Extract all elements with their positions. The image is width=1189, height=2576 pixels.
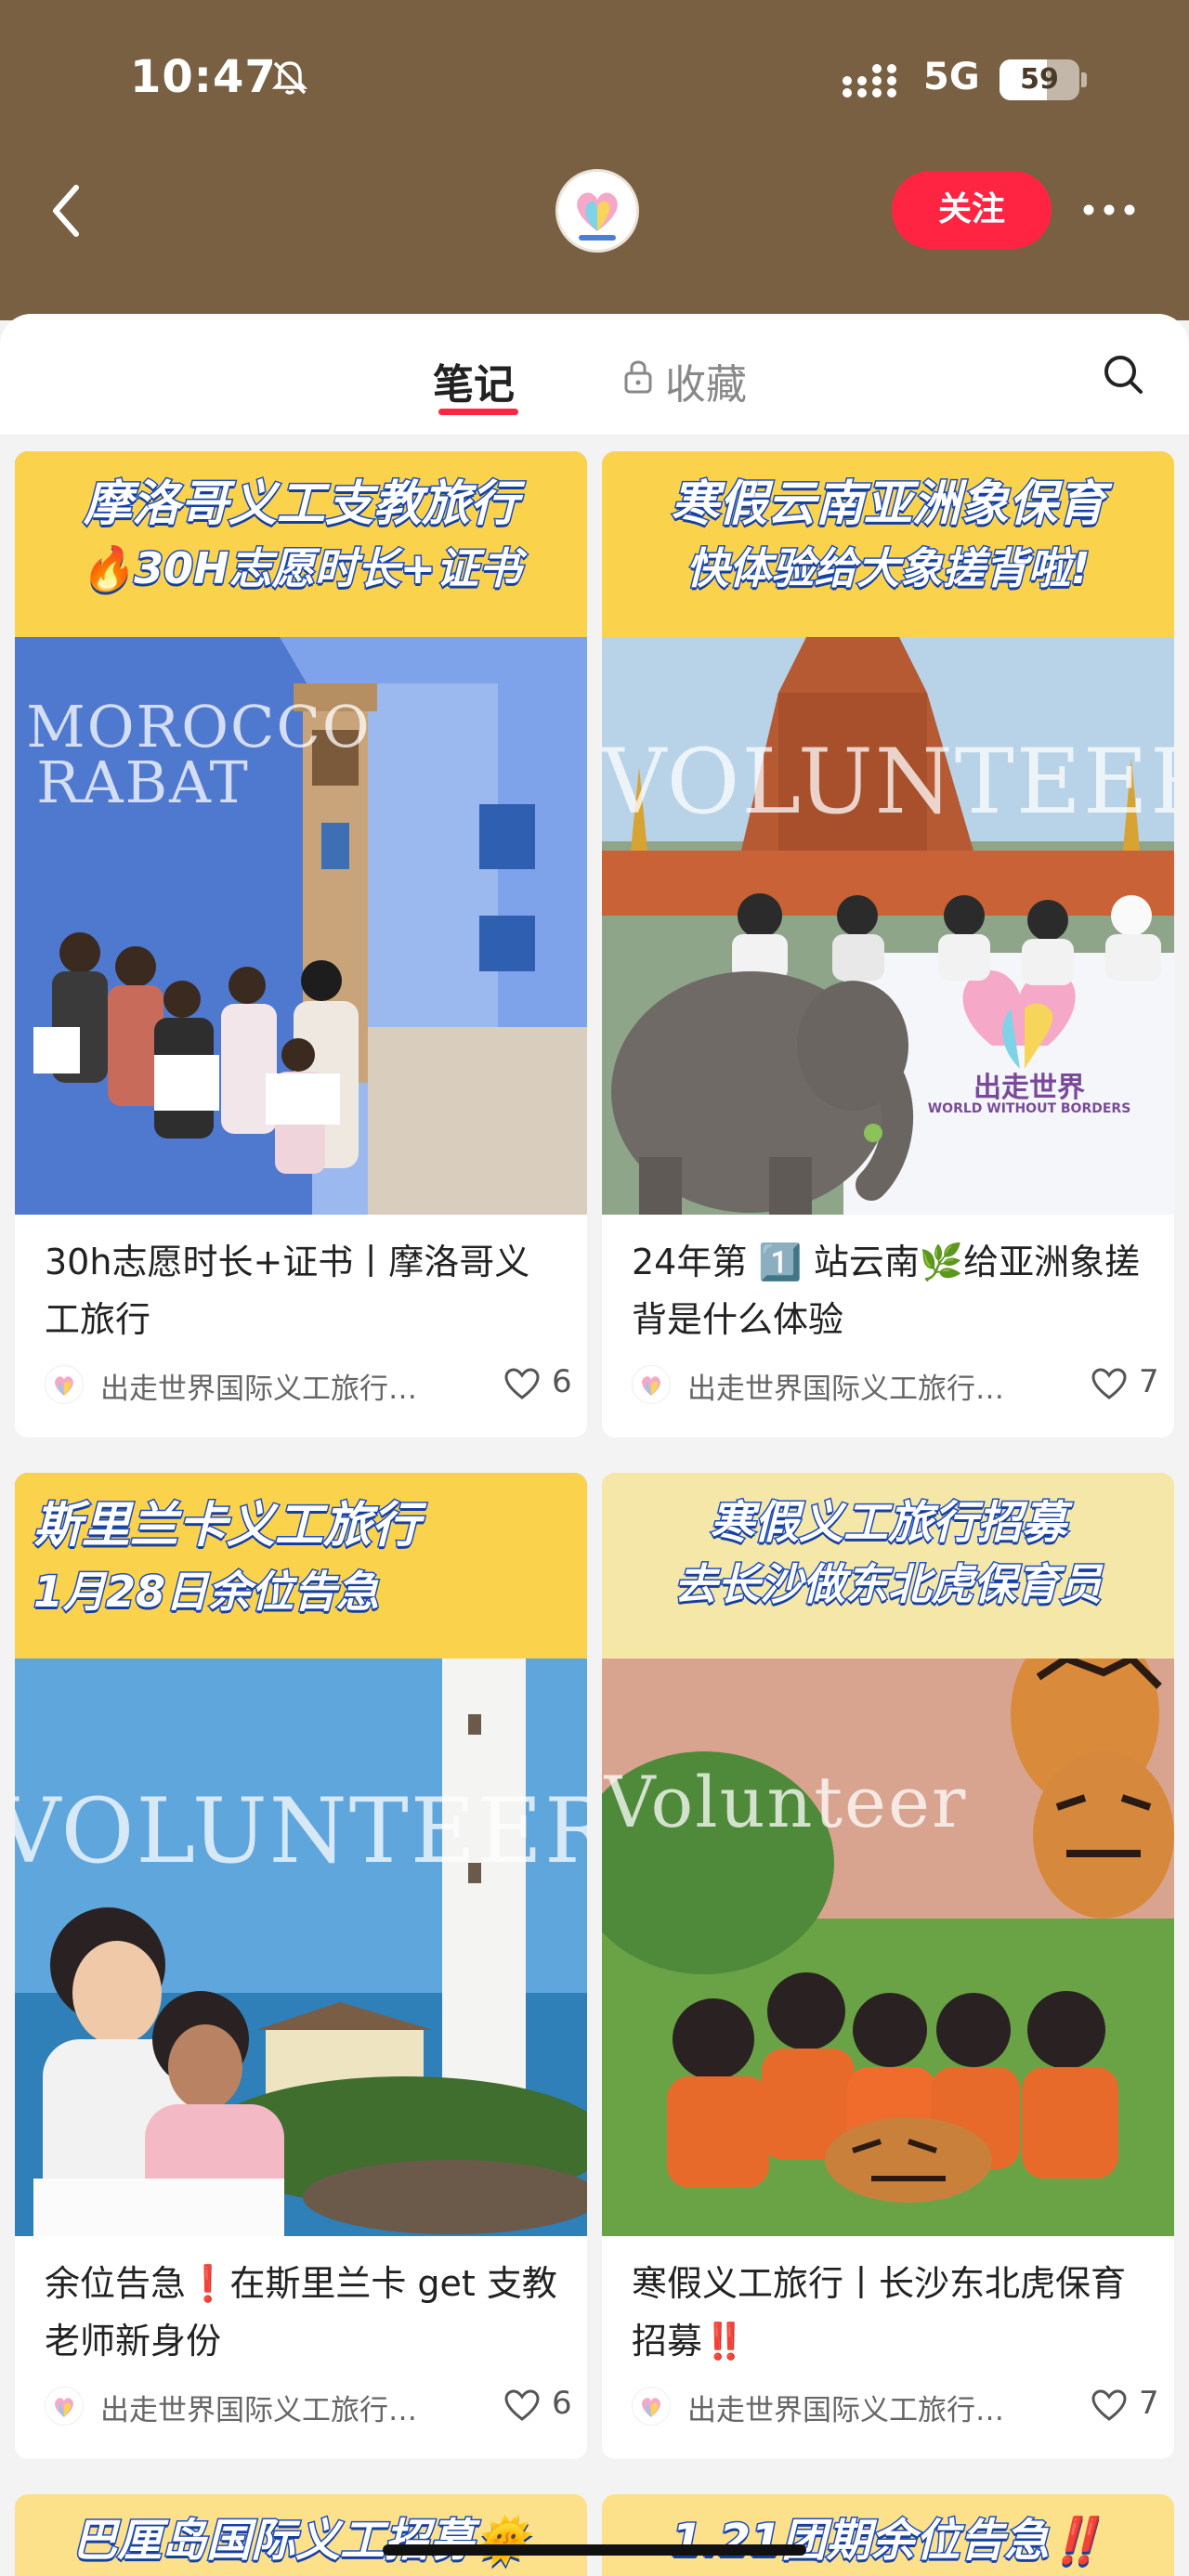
note-cover-image[interactable]: 寒假云南亚洲象保育 快体验给大象搓背啦! VOLUNTEER 出走世界 WORL… xyxy=(602,451,1174,1215)
cover-banner-title: 寒假义工旅行招募 xyxy=(708,1496,1067,1551)
note-footer: 出走世界国际义工旅行… 7 xyxy=(632,1361,1161,1408)
note-cover-image[interactable]: 斯里兰卡义工旅行 1月28日余位告急 VOLUNTEER xyxy=(15,1473,587,2236)
heart-icon[interactable] xyxy=(1091,2388,1128,2422)
heart-icon[interactable] xyxy=(503,1367,541,1400)
back-icon[interactable] xyxy=(45,178,91,243)
tab-notes[interactable]: 笔记 xyxy=(433,351,515,410)
note-cover-image[interactable]: 寒假义工旅行招募 去长沙做东北虎保育员 Volunteer xyxy=(602,1473,1174,2236)
brand-logo-icon xyxy=(577,192,618,241)
flag-brand-label: WORLD WITHOUT BORDERS xyxy=(927,1101,1131,1116)
tab-bar: 笔记 收藏 xyxy=(0,314,1189,436)
top-header: 10:47 5G 59 关注 xyxy=(0,0,1189,320)
author-avatar[interactable] xyxy=(632,1365,671,1404)
lock-icon xyxy=(624,360,652,394)
cover-banner: 摩洛哥义工支教旅行 🔥30H志愿时长+证书 xyxy=(15,451,587,637)
battery-level: 59 xyxy=(1020,63,1059,96)
brand-logo-icon xyxy=(642,2398,660,2417)
home-indicator[interactable] xyxy=(383,2544,806,2556)
status-time: 10:47 xyxy=(130,51,277,103)
like-count: 6 xyxy=(552,2385,572,2422)
tab-favorites[interactable]: 收藏 xyxy=(665,351,747,410)
brand-logo-icon xyxy=(55,1376,73,1396)
profile-avatar[interactable] xyxy=(555,169,639,253)
note-title[interactable]: 30h志愿时长+证书丨摩洛哥义工旅行 xyxy=(45,1233,565,1348)
cover-banner-subtitle: 去长沙做东北虎保育员 xyxy=(673,1558,1104,1611)
note-card[interactable]: 寒假义工旅行招募 去长沙做东北虎保育员 Volunteer 寒假义工旅行丨长沙东… xyxy=(602,1473,1174,2459)
author-name[interactable]: 出走世界国际义工旅行… xyxy=(687,2387,1040,2428)
network-type: 5G xyxy=(923,56,980,98)
bell-muted-icon xyxy=(271,61,308,95)
author-avatar[interactable] xyxy=(632,2387,671,2426)
note-footer: 出走世界国际义工旅行… 6 xyxy=(45,1361,574,1408)
battery-icon: 59 xyxy=(1000,59,1079,100)
note-footer: 出走世界国际义工旅行… 7 xyxy=(632,2383,1161,2429)
note-card[interactable]: 斯里兰卡义工旅行 1月28日余位告急 VOLUNTEER 余位告急❗在斯里兰卡 … xyxy=(15,1473,587,2459)
heart-icon[interactable] xyxy=(1091,1367,1128,1400)
heart-icon[interactable] xyxy=(503,2388,541,2422)
cover-banner-title: 斯里兰卡义工旅行 xyxy=(33,1497,422,1555)
content-sheet: 笔记 收藏 摩洛哥义工支教旅行 🔥30H志愿时长+证书 MOROCCO RABA… xyxy=(0,314,1189,2576)
cover-banner-title: 1.21团期余位告急‼️ xyxy=(670,2514,1105,2569)
cover-overlay-text: VOLUNTEER xyxy=(15,1779,587,1883)
note-card[interactable]: 寒假云南亚洲象保育 快体验给大象搓背啦! VOLUNTEER 出走世界 WORL… xyxy=(602,451,1174,1438)
note-card-partial[interactable]: 1.21团期余位告急‼️ xyxy=(602,2494,1174,2576)
cover-banner-title: 巴厘岛国际义工招募🌞 xyxy=(72,2514,531,2569)
follow-button[interactable]: 关注 xyxy=(892,171,1052,249)
cover-banner-subtitle: 🔥30H志愿时长+证书 xyxy=(79,542,522,595)
cover-banner-subtitle: 快体验给大象搓背啦! xyxy=(685,542,1091,595)
brand-logo-icon xyxy=(55,2398,73,2417)
cover-overlay-text: VOLUNTEER xyxy=(602,730,1174,834)
signal-icon xyxy=(843,64,896,98)
more-options-icon[interactable] xyxy=(1081,202,1137,217)
like-count: 7 xyxy=(1139,1363,1159,1400)
note-title[interactable]: 24年第 1️⃣ 站云南🌿给亚洲象搓背是什么体验 xyxy=(632,1233,1152,1348)
cover-banner: 斯里兰卡义工旅行 1月28日余位告急 xyxy=(15,1473,587,1659)
author-name[interactable]: 出走世界国际义工旅行… xyxy=(100,1365,453,1407)
cover-banner: 寒假云南亚洲象保育 快体验给大象搓背啦! xyxy=(602,451,1174,637)
note-card[interactable]: 摩洛哥义工支教旅行 🔥30H志愿时长+证书 MOROCCO RABAT 30h志… xyxy=(15,451,587,1438)
note-cover-image[interactable]: 摩洛哥义工支教旅行 🔥30H志愿时长+证书 MOROCCO RABAT xyxy=(15,451,587,1215)
search-icon[interactable] xyxy=(1102,353,1144,396)
note-title[interactable]: 余位告急❗在斯里兰卡 get 支教老师新身份 xyxy=(45,2255,565,2370)
author-avatar[interactable] xyxy=(45,1365,84,1404)
brand-logo-icon xyxy=(642,1376,660,1396)
tab-active-indicator xyxy=(438,409,518,415)
cover-banner-title: 摩洛哥义工支教旅行 xyxy=(82,475,519,534)
cover-banner: 寒假义工旅行招募 去长沙做东北虎保育员 xyxy=(602,1473,1174,1659)
cover-overlay-text: Volunteer xyxy=(604,1761,968,1843)
cover-overlay-text: RABAT xyxy=(36,748,250,816)
note-footer: 出走世界国际义工旅行… 6 xyxy=(45,2383,574,2429)
author-name[interactable]: 出走世界国际义工旅行… xyxy=(100,2387,453,2428)
note-title[interactable]: 寒假义工旅行丨长沙东北虎保育招募‼️ xyxy=(632,2255,1152,2370)
author-name[interactable]: 出走世界国际义工旅行… xyxy=(687,1365,1040,1407)
like-count: 6 xyxy=(552,1363,572,1400)
note-card-partial[interactable]: 巴厘岛国际义工招募🌞 xyxy=(15,2494,587,2576)
battery-tip xyxy=(1081,72,1087,87)
like-count: 7 xyxy=(1139,2385,1159,2422)
cover-banner-subtitle: 1月28日余位告急 xyxy=(33,1566,381,1619)
flag-brand-label: 出走世界 xyxy=(973,1072,1085,1104)
cover-banner-title: 寒假云南亚洲象保育 xyxy=(669,475,1106,534)
author-avatar[interactable] xyxy=(45,2387,84,2426)
